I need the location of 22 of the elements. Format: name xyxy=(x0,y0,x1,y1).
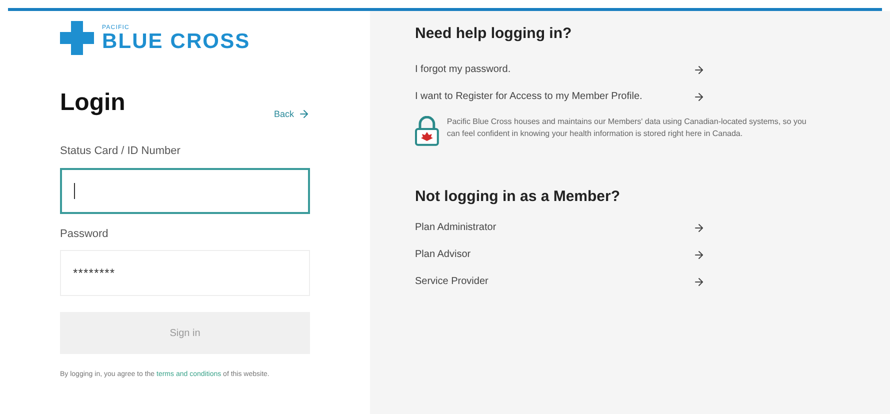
input-field[interactable] xyxy=(60,168,310,214)
arrow-right-icon xyxy=(693,222,705,234)
back-link[interactable]: Back xyxy=(274,108,310,121)
help-link[interactable]: Service Provider xyxy=(415,274,655,289)
help-link[interactable]: Plan Administrator xyxy=(415,220,655,235)
arrow-right-icon xyxy=(693,249,705,261)
arrow-right-icon xyxy=(693,90,705,102)
section-title: Not logging in as a Member? xyxy=(415,186,622,206)
arrow-right-icon xyxy=(298,108,310,120)
field-label: Password xyxy=(60,226,110,242)
help-link[interactable]: Plan Advisor xyxy=(415,247,655,262)
field-label: Status Card / ID Number xyxy=(60,144,182,159)
lock-icon xyxy=(415,116,439,146)
help-link[interactable]: I want to Register for Access to my Member Profile. xyxy=(415,88,655,104)
security-note: Pacific Blue Cross houses and maintains our Members' data using Canadian-located systems, so you can feel confident in knowing your health information is stored right here in Canada. xyxy=(446,116,808,140)
cross-icon xyxy=(60,21,94,55)
login-title: Login xyxy=(60,88,126,118)
help-title: Need help logging in? xyxy=(415,24,573,44)
input-field[interactable]: ******** xyxy=(60,250,310,296)
arrow-right-icon xyxy=(693,276,705,288)
arrow-right-icon xyxy=(693,64,705,76)
help-link[interactable]: I forgot my password. xyxy=(415,62,655,76)
